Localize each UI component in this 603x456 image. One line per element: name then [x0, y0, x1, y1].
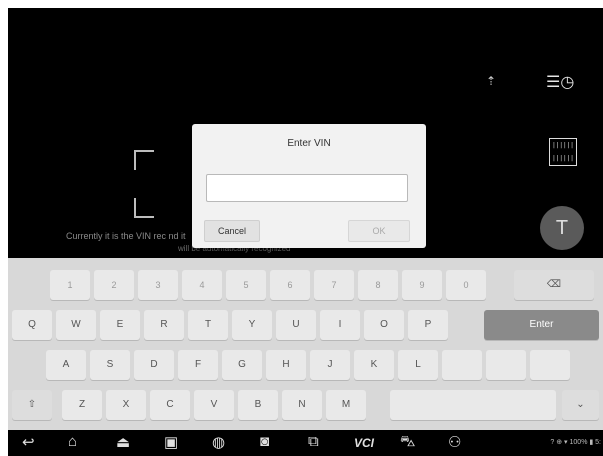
back-icon[interactable]: ↩	[22, 433, 35, 451]
key-6[interactable]: 6	[270, 270, 310, 300]
cancel-button[interactable]: Cancel	[204, 220, 260, 242]
key-w[interactable]: W	[56, 310, 96, 340]
vehicle-icon[interactable]: ⛍	[400, 433, 415, 452]
key-3[interactable]: 3	[138, 270, 178, 300]
key-z[interactable]: Z	[62, 390, 102, 420]
key-h[interactable]: H	[266, 350, 306, 380]
system-navigation-bar: ↩ ⌂ ⏏ ▣ ◍ ◙ ⧉ VCI ⛍ ⚇ ? ⊕ ▾ 100% ▮ 5:	[8, 430, 603, 456]
hide-keyboard-key[interactable]: ⌄	[562, 390, 599, 420]
flashlight-icon[interactable]: ⇡	[486, 74, 496, 88]
key-d[interactable]: D	[134, 350, 174, 380]
on-screen-keyboard: 1 2 3 4 5 6 7 8 9 0 ⌫ Q W E R T Y U I O …	[8, 258, 603, 430]
key-2[interactable]: 2	[94, 270, 134, 300]
key-u[interactable]: U	[276, 310, 316, 340]
key-blank-1[interactable]	[442, 350, 482, 380]
text-scan-button[interactable]: T	[540, 206, 584, 250]
enter-key[interactable]: Enter	[484, 310, 599, 340]
key-blank-3[interactable]	[530, 350, 570, 380]
key-1[interactable]: 1	[50, 270, 90, 300]
key-o[interactable]: O	[364, 310, 404, 340]
key-r[interactable]: R	[144, 310, 184, 340]
key-y[interactable]: Y	[232, 310, 272, 340]
enter-vin-dialog: Enter VIN Cancel OK	[192, 124, 426, 248]
screenshot-icon[interactable]: ⧉	[308, 433, 319, 450]
vci-icon[interactable]: VCI	[354, 436, 374, 450]
recent-apps-icon[interactable]: ▣	[164, 433, 178, 451]
key-x[interactable]: X	[106, 390, 146, 420]
ok-button[interactable]: OK	[348, 220, 410, 242]
key-5[interactable]: 5	[226, 270, 266, 300]
key-i[interactable]: I	[320, 310, 360, 340]
key-k[interactable]: K	[354, 350, 394, 380]
scan-frame-corner-bottom-left	[134, 198, 154, 218]
space-key[interactable]	[390, 390, 556, 420]
key-b[interactable]: B	[238, 390, 278, 420]
key-blank-2[interactable]	[486, 350, 526, 380]
camera-icon[interactable]: ◙	[260, 433, 269, 450]
key-m[interactable]: M	[326, 390, 366, 420]
key-4[interactable]: 4	[182, 270, 222, 300]
key-c[interactable]: C	[150, 390, 190, 420]
key-7[interactable]: 7	[314, 270, 354, 300]
vci-home-icon[interactable]: ⏏	[116, 433, 130, 451]
key-v[interactable]: V	[194, 390, 234, 420]
key-j[interactable]: J	[310, 350, 350, 380]
key-t[interactable]: T	[188, 310, 228, 340]
key-e[interactable]: E	[100, 310, 140, 340]
key-g[interactable]: G	[222, 350, 262, 380]
home-icon[interactable]: ⌂	[68, 433, 77, 450]
browser-icon[interactable]: ◍	[212, 433, 225, 451]
key-a[interactable]: A	[46, 350, 86, 380]
key-f[interactable]: F	[178, 350, 218, 380]
key-l[interactable]: L	[398, 350, 438, 380]
status-bar-text: ? ⊕ ▾ 100% ▮ 5:	[550, 439, 601, 446]
user-icon[interactable]: ⚇	[448, 433, 461, 451]
key-8[interactable]: 8	[358, 270, 398, 300]
scan-frame-corner-top-left	[134, 150, 154, 170]
backspace-key[interactable]: ⌫	[514, 270, 594, 300]
key-n[interactable]: N	[282, 390, 322, 420]
key-9[interactable]: 9	[402, 270, 442, 300]
vin-input[interactable]	[206, 174, 408, 202]
key-0[interactable]: 0	[446, 270, 486, 300]
key-p[interactable]: P	[408, 310, 448, 340]
key-s[interactable]: S	[90, 350, 130, 380]
shift-key[interactable]: ⇧	[12, 390, 52, 420]
history-icon[interactable]: ☰◷	[546, 72, 574, 94]
key-q[interactable]: Q	[12, 310, 52, 340]
dialog-title: Enter VIN	[287, 138, 331, 149]
tablet-screen: Currently it is the VIN rec nd it will b…	[8, 8, 603, 456]
barcode-scan-icon[interactable]: |||||| ||||||	[549, 138, 577, 166]
